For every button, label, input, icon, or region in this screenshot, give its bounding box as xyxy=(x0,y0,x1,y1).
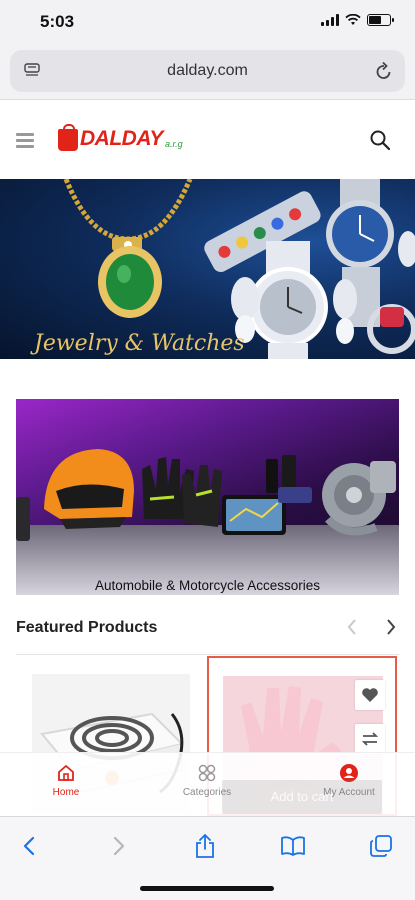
add-to-cart-button[interactable]: Add to cart xyxy=(222,780,382,814)
section-divider xyxy=(16,654,399,655)
forward-arrow-icon xyxy=(113,836,125,856)
browser-address-area: dalday.com xyxy=(0,44,415,100)
book-icon xyxy=(281,836,305,856)
forward-button[interactable] xyxy=(104,831,134,861)
heart-icon xyxy=(362,688,378,702)
logo-subtext: a.r.g xyxy=(164,139,183,149)
compare-button[interactable] xyxy=(355,724,385,754)
status-time: 5:03 xyxy=(40,12,75,31)
chevron-left-icon[interactable] xyxy=(345,617,359,637)
home-indicator xyxy=(140,886,274,891)
status-icons xyxy=(321,14,394,26)
tabs-icon xyxy=(370,835,392,857)
jewelry-caption: Jewelry & Watches xyxy=(34,331,245,356)
nav-home-label: Home xyxy=(52,787,80,798)
featured-products-title: Featured Products xyxy=(16,619,158,636)
moto-caption: Automobile & Motorcycle Accessories xyxy=(94,578,321,593)
chevron-right-icon[interactable] xyxy=(384,617,398,637)
site-header: DALDAY a.r.g xyxy=(0,101,415,179)
wifi-icon xyxy=(345,14,361,25)
battery-icon xyxy=(367,14,394,26)
status-bar: 5:03 xyxy=(0,0,415,44)
search-icon[interactable] xyxy=(369,129,391,151)
share-button[interactable] xyxy=(190,831,220,861)
tabs-button[interactable] xyxy=(366,831,396,861)
address-bar[interactable]: dalday.com xyxy=(10,50,405,92)
categories-icon xyxy=(198,764,216,782)
compare-icon xyxy=(361,732,379,746)
site-logo[interactable]: DALDAY a.r.g xyxy=(58,124,183,151)
jewelry-banner[interactable]: Jewelry & Watches xyxy=(0,179,415,359)
moto-accessories-banner[interactable]: Automobile & Motorcycle Accessories xyxy=(16,399,399,595)
logo-text: DALDAY xyxy=(80,127,163,150)
bookmarks-button[interactable] xyxy=(278,831,308,861)
url-text[interactable]: dalday.com xyxy=(10,62,405,80)
reload-icon[interactable] xyxy=(375,61,393,81)
back-arrow-icon xyxy=(23,836,35,856)
back-button[interactable] xyxy=(14,831,44,861)
moto-illustration xyxy=(16,449,396,541)
nav-home[interactable]: Home xyxy=(21,763,111,798)
share-icon xyxy=(196,833,214,858)
cellular-signal-icon xyxy=(321,14,339,26)
home-icon xyxy=(58,764,74,781)
menu-icon[interactable] xyxy=(16,133,34,148)
wishlist-button[interactable] xyxy=(355,680,385,710)
shopping-bag-icon xyxy=(58,124,78,151)
